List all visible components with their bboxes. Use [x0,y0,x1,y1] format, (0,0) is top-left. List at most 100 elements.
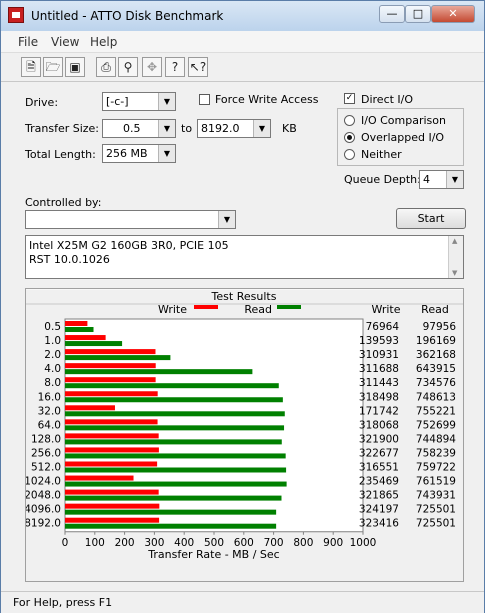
read-bar [65,327,94,332]
queue-depth-value: 4 [423,173,430,186]
new-document-icon[interactable]: 🗎 [21,57,41,77]
transfer-size-label: Transfer Size: [25,122,100,135]
category-label: 4.0 [44,363,61,375]
write-bar [65,405,115,411]
menu-bar: File View Help [1,31,484,53]
column-header-write: Write [371,303,400,316]
category-label: 8.0 [44,377,61,389]
read-bar [65,467,287,473]
start-button[interactable]: Start [396,208,466,229]
description-scrollbar[interactable]: ▲ ▼ [448,236,463,278]
chevron-down-icon: ▼ [218,211,235,228]
direct-io-checkbox[interactable]: ✓ [344,93,355,104]
menu-file[interactable]: File [18,35,38,49]
write-bar [65,517,160,523]
category-label: 8192.0 [26,518,61,530]
legend-write-swatch [194,305,218,309]
category-label: 1024.0 [26,476,61,488]
help-icon[interactable]: ? [165,57,185,77]
close-button[interactable]: ✕ [431,5,475,23]
minimize-button[interactable]: — [379,5,405,23]
read-bar [65,439,282,445]
description-line-1: Intel X25M G2 160GB 3R0, PCIE 105 [29,239,229,252]
write-bar [65,391,158,397]
x-axis-label: Transfer Rate - MB / Sec [147,548,279,561]
write-value: 235469 [359,476,399,488]
neither-label: Neither [361,148,402,161]
print-icon[interactable]: ⎙ [96,57,116,77]
write-value: 321900 [359,433,399,445]
total-length-label: Total Length: [25,148,96,161]
chevron-down-icon: ▼ [158,145,175,162]
write-bar [65,363,156,369]
write-bar [65,419,158,425]
move-icon[interactable]: ✥ [142,57,162,77]
open-folder-icon[interactable]: 🗁 [43,57,63,77]
write-value: 321865 [359,490,399,502]
chevron-down-icon: ▼ [253,120,270,137]
write-bar [65,475,134,481]
category-label: 16.0 [38,391,61,403]
read-value: 643915 [416,363,456,375]
status-text: For Help, press F1 [13,596,113,609]
category-label: 0.5 [44,321,61,333]
transfer-size-to-select[interactable]: 8192.0 ▼ [197,119,271,138]
category-label: 2048.0 [26,490,61,502]
scroll-up-icon[interactable]: ▲ [452,237,457,245]
write-value: 318068 [359,419,399,431]
read-value: 725501 [416,504,456,516]
read-value: 761519 [416,476,456,488]
write-value: 318498 [359,391,399,403]
menu-view[interactable]: View [51,35,79,49]
category-label: 32.0 [38,405,61,417]
controlled-by-label: Controlled by: [25,196,102,209]
read-bar [65,425,285,431]
force-write-checkbox[interactable] [199,94,210,105]
save-icon[interactable]: ▣ [65,57,85,77]
title-bar: Untitled - ATTO Disk Benchmark — □ ✕ [1,1,484,31]
queue-depth-select[interactable]: 4 ▼ [419,170,464,189]
scroll-down-icon[interactable]: ▼ [452,269,457,277]
app-icon [8,7,24,23]
read-bar [65,481,287,487]
force-write-label: Force Write Access [215,93,319,106]
x-tick-label: 100 [85,537,105,549]
read-bar [65,509,277,515]
read-bar [65,523,277,529]
results-chart: Test Results Write Read Write Read 0.5 76964 97… [24,288,463,561]
write-value: 316551 [359,462,399,474]
read-value: 755221 [416,405,456,417]
to-label: to [181,122,193,135]
drive-label: Drive: [25,96,59,109]
write-value: 322677 [359,447,399,459]
transfer-size-from-select[interactable]: 0.5 ▼ [102,119,176,138]
legend-write-label: Write [158,303,187,316]
read-value: 748613 [416,391,456,403]
window-title: Untitled - ATTO Disk Benchmark [31,9,224,23]
write-bar [65,489,159,495]
x-tick-label: 0 [62,537,69,549]
drive-select[interactable]: [-c-] ▼ [102,92,176,111]
x-tick-label: 200 [115,537,135,549]
neither-radio[interactable] [344,149,355,160]
menu-help[interactable]: Help [90,35,117,49]
chevron-down-icon: ▼ [446,171,463,188]
description-textarea[interactable]: Intel X25M G2 160GB 3R0, PCIE 105 RST 10… [25,235,464,279]
write-bar [65,447,159,453]
print-preview-icon[interactable]: ⚲ [118,57,138,77]
write-value: 171742 [359,405,399,417]
controlled-by-select[interactable]: ▼ [25,210,236,229]
total-length-select[interactable]: 256 MB ▼ [102,144,176,163]
io-comparison-radio[interactable] [344,115,355,126]
transfer-from-value: 0.5 [123,122,141,135]
read-value: 743931 [416,490,456,502]
write-value: 324197 [359,504,399,516]
maximize-button[interactable]: □ [405,5,431,23]
drive-value: [-c-] [106,95,129,108]
read-bar [65,397,283,403]
overlapped-io-radio[interactable] [344,132,355,143]
context-help-icon[interactable]: ↖? [188,57,208,77]
write-bar [65,433,159,439]
chevron-down-icon: ▼ [158,120,175,137]
read-bar [65,341,123,347]
